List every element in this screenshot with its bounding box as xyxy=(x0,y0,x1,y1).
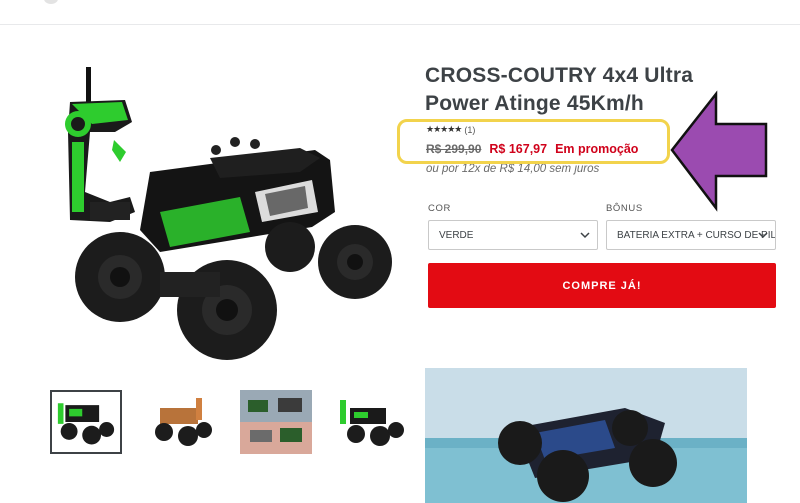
color-option-label: COR xyxy=(428,203,451,214)
thumbnail-1[interactable] xyxy=(50,390,122,454)
bonus-select-value: BATERIA EXTRA + CURSO DE PILOTAGEM xyxy=(617,229,776,241)
thumbnail-3[interactable] xyxy=(240,390,312,454)
site-header xyxy=(0,0,800,25)
color-select-value: VERDE xyxy=(439,229,474,241)
header-logo-fragment xyxy=(44,0,58,4)
chevron-down-icon xyxy=(580,232,590,239)
bonus-select[interactable]: BATERIA EXTRA + CURSO DE PILOTAGEM xyxy=(606,220,776,250)
chevron-down-icon xyxy=(758,232,768,239)
left-arrow-annotation xyxy=(670,90,768,212)
thumbnail-2[interactable] xyxy=(146,390,218,454)
color-select[interactable]: VERDE xyxy=(428,220,598,250)
price-highlight-annotation xyxy=(397,119,670,164)
bonus-option-label: BÔNUS xyxy=(606,203,643,214)
product-action-image xyxy=(425,368,747,503)
installments-text: ou por 12x de R$ 14,00 sem juros xyxy=(426,163,600,175)
product-main-image[interactable] xyxy=(50,62,400,372)
buy-now-button[interactable]: COMPRE JÁ! xyxy=(428,263,776,308)
thumbnail-4[interactable] xyxy=(334,390,406,454)
thumbnail-strip xyxy=(50,390,410,456)
